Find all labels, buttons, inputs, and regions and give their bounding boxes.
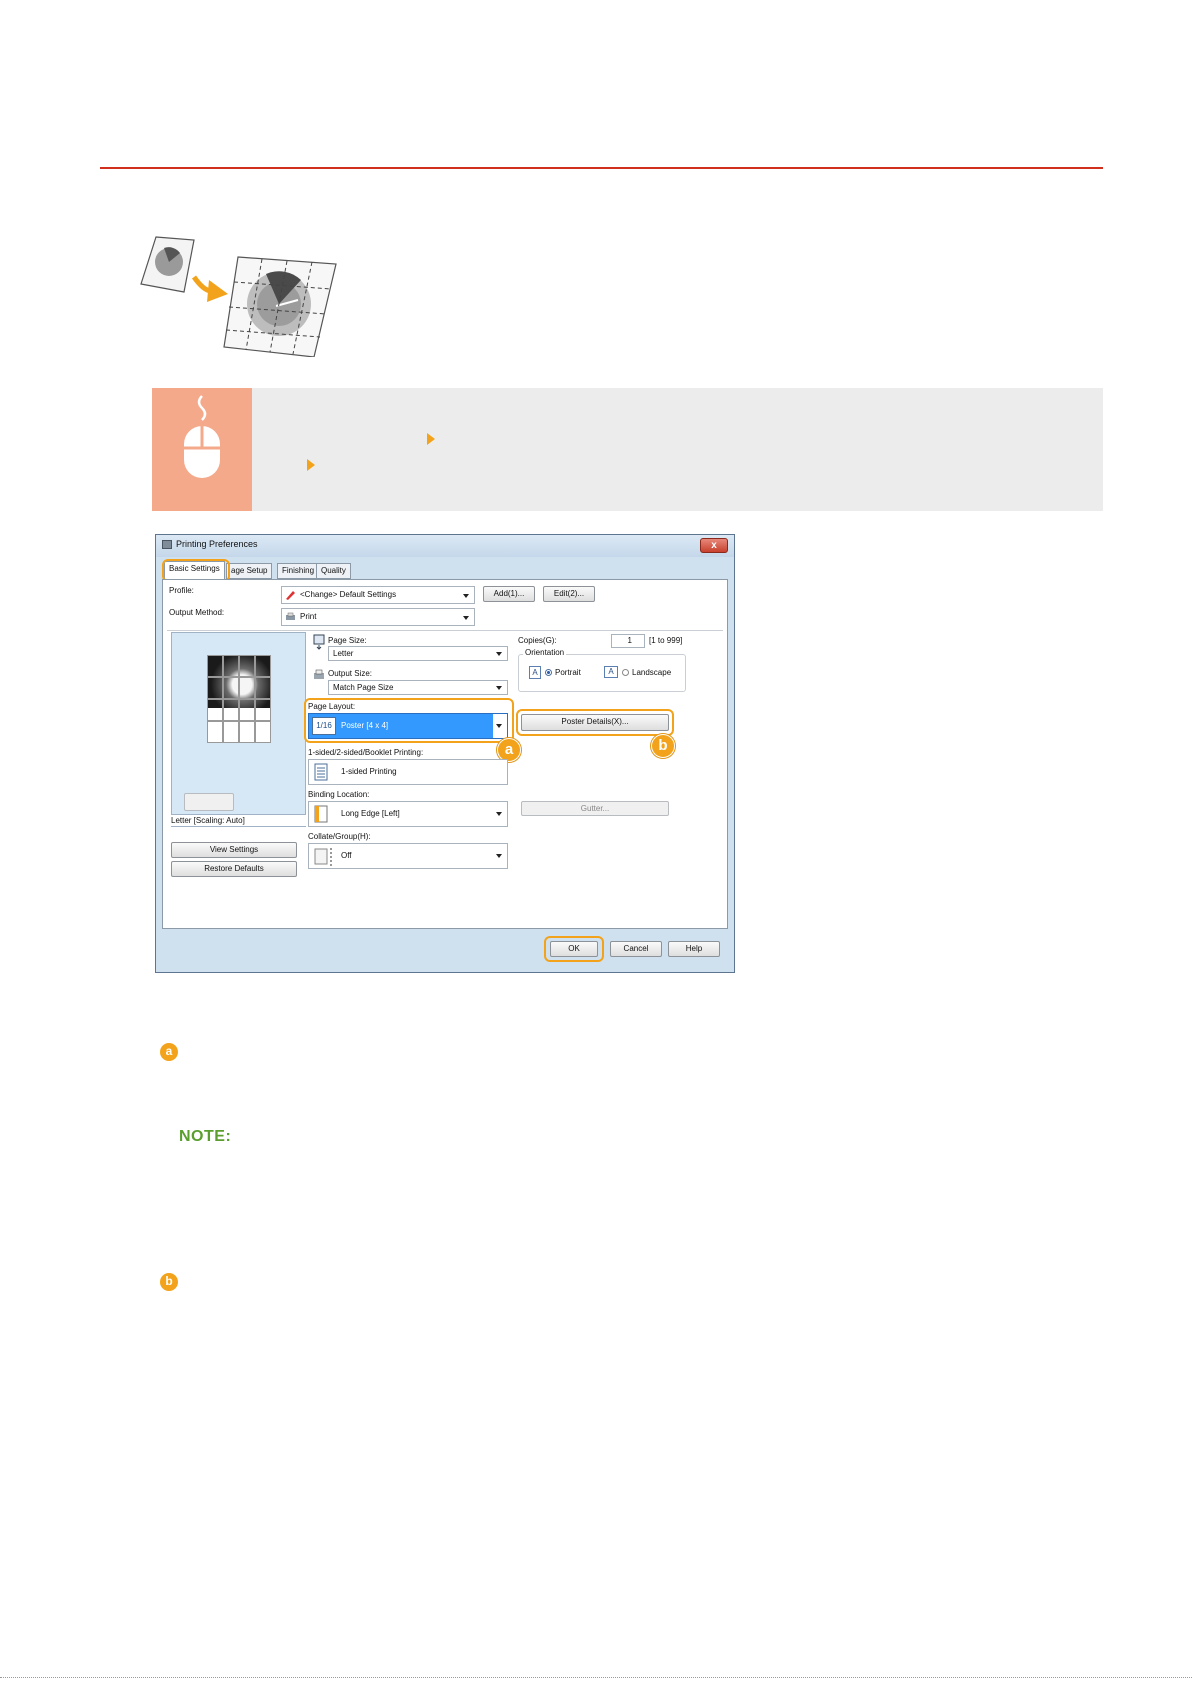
binding-location-value: Long Edge [Left]	[341, 809, 400, 818]
profile-label: Profile:	[169, 586, 194, 595]
output-size-select[interactable]: Match Page Size	[328, 680, 508, 695]
note-heading: NOTE:	[179, 1128, 232, 1145]
edit-profile-button[interactable]: Edit(2)...	[543, 586, 595, 602]
separator	[171, 826, 306, 827]
profile-select[interactable]: <Change> Default Settings	[281, 586, 475, 604]
page-footer-line	[0, 1677, 1192, 1678]
page-layout-highlight	[304, 698, 514, 743]
poster-preview-thumbnail	[207, 655, 271, 743]
add-profile-button[interactable]: Add(1)...	[483, 586, 535, 602]
dialog-titlebar: Printing Preferences x	[156, 535, 734, 557]
output-method-value: Print	[300, 612, 317, 621]
sided-printing-value: 1-sided Printing	[341, 767, 397, 776]
step-arrow-icon	[307, 459, 315, 471]
page-size-icon	[313, 634, 325, 650]
separator	[167, 630, 723, 631]
output-size-icon	[314, 669, 324, 679]
callout-a-marker: a	[160, 1043, 178, 1061]
preview-caption: Letter [Scaling: Auto]	[171, 816, 245, 825]
view-settings-button[interactable]: View Settings	[171, 842, 297, 858]
copies-stepper[interactable]: 1	[611, 634, 645, 648]
mouse-operation-icon-panel	[152, 388, 252, 511]
landscape-radio[interactable]	[622, 669, 629, 676]
collate-group-select[interactable]: Off	[308, 843, 508, 869]
printer-icon	[286, 612, 295, 620]
printing-preferences-dialog: Printing Preferences x Basic Settings ag…	[155, 534, 735, 973]
collate-group-label: Collate/Group(H):	[308, 832, 371, 841]
landscape-label: Landscape	[632, 668, 672, 677]
page-size-select[interactable]: Letter	[328, 646, 508, 661]
operation-banner	[152, 388, 1103, 511]
chevron-down-icon	[496, 652, 502, 656]
chevron-down-icon	[463, 594, 469, 598]
restore-defaults-button[interactable]: Restore Defaults	[171, 861, 297, 877]
chevron-down-icon	[463, 616, 469, 620]
close-button[interactable]: x	[700, 538, 728, 553]
one-sided-icon	[314, 763, 328, 781]
callout-b-badge: b	[651, 734, 675, 758]
portrait-icon: A	[529, 666, 541, 679]
help-button[interactable]: Help	[668, 941, 720, 957]
printer-icon	[162, 540, 172, 549]
profile-value: <Change> Default Settings	[300, 590, 397, 599]
chevron-down-icon	[496, 854, 502, 858]
output-size-value: Match Page Size	[333, 683, 394, 692]
callout-b-marker: b	[160, 1273, 178, 1291]
pencil-icon	[286, 591, 295, 600]
basic-settings-panel: Profile: <Change> Default Settings Add(1…	[162, 579, 728, 929]
chevron-down-icon	[496, 686, 502, 690]
poster-printing-illustration	[140, 236, 337, 357]
portrait-label: Portrait	[555, 668, 581, 677]
preview-toggle-button[interactable]	[184, 793, 234, 811]
orientation-label: Orientation	[523, 648, 567, 657]
dialog-title: Printing Preferences	[176, 539, 258, 549]
cancel-button[interactable]: Cancel	[610, 941, 662, 957]
output-method-label: Output Method:	[169, 608, 225, 617]
section-divider	[100, 167, 1103, 169]
copies-value: 1	[627, 636, 632, 645]
page-size-label: Page Size:	[328, 636, 367, 645]
collate-group-value: Off	[341, 851, 352, 860]
poster-details-highlight	[516, 709, 674, 736]
gutter-button[interactable]: Gutter...	[521, 801, 669, 816]
tab-quality[interactable]: Quality	[316, 563, 351, 579]
copies-range: [1 to 999]	[649, 636, 683, 645]
page-size-value: Letter	[333, 649, 354, 658]
mouse-icon	[184, 395, 220, 478]
step-arrow-icon	[427, 433, 435, 445]
landscape-icon: A	[604, 666, 618, 678]
tab-page-setup[interactable]: age Setup	[226, 563, 273, 579]
sided-printing-label: 1-sided/2-sided/Booklet Printing:	[308, 748, 424, 757]
binding-edge-icon	[314, 805, 328, 823]
portrait-radio[interactable]	[545, 669, 552, 676]
ok-button-highlight	[544, 936, 604, 962]
binding-location-label: Binding Location:	[308, 790, 370, 799]
tab-finishing[interactable]: Finishing	[277, 563, 320, 579]
sided-printing-select[interactable]: 1-sided Printing	[308, 759, 508, 785]
binding-location-select[interactable]: Long Edge [Left]	[308, 801, 508, 827]
output-size-label: Output Size:	[328, 669, 373, 678]
output-method-select[interactable]: Print	[281, 608, 475, 626]
copies-label: Copies(G):	[518, 636, 557, 645]
collate-icon	[314, 848, 332, 866]
layout-preview	[171, 632, 306, 815]
chevron-down-icon	[496, 812, 502, 816]
